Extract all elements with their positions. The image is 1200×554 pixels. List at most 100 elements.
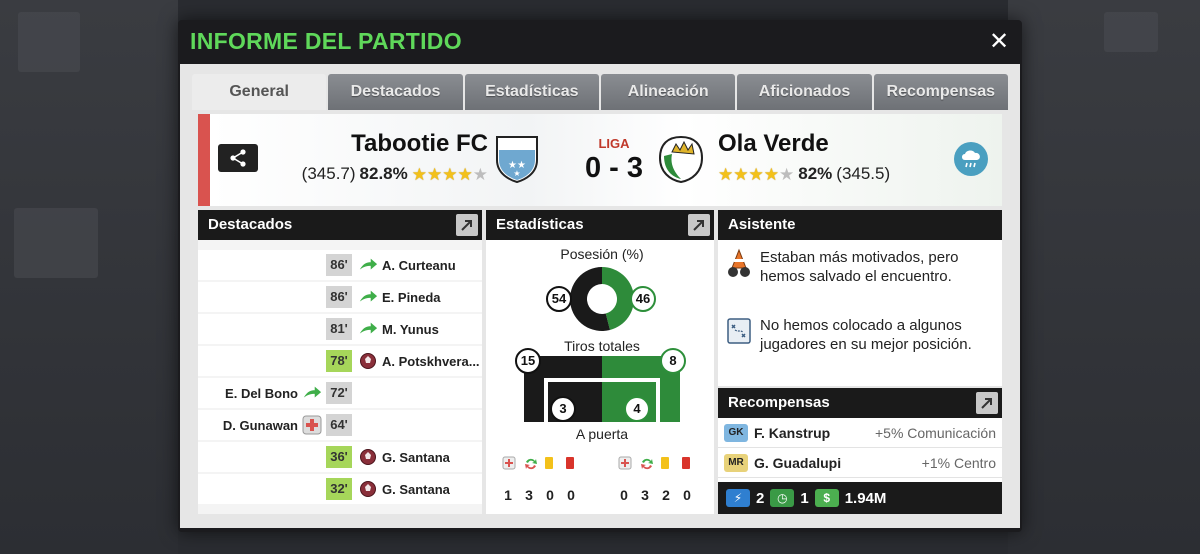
tab-aficionados[interactable]: Aficionados: [737, 74, 872, 110]
injury-icon: [502, 456, 516, 475]
highlight-minute: 86': [326, 286, 352, 308]
competition-label: LIGA: [598, 136, 630, 151]
rewards-expand-button[interactable]: [976, 392, 998, 414]
star-filled-icon: ★: [718, 164, 734, 184]
away-team-strength: (345.5): [836, 164, 891, 183]
time-amount: 1: [800, 489, 809, 507]
stats-title: Estadísticas: [496, 216, 584, 233]
possession-home-value: 54: [546, 286, 572, 312]
highlight-minute: 86': [326, 254, 352, 276]
rewards-header: Recompensas: [718, 388, 1002, 418]
rewards-list: GK F. Kanstrup +5% Comunicación MR G. Guadal…: [718, 418, 1002, 478]
expand-arrow-icon: [461, 220, 472, 231]
tab-alineacion[interactable]: Alineación: [600, 74, 736, 110]
modal-title: INFORME DEL PARTIDO: [190, 28, 462, 54]
stats-count-subs: 3: [641, 487, 649, 503]
substitution-in-icon: [302, 384, 322, 402]
expand-arrow-icon: [981, 398, 992, 409]
tab-bar: General Destacados Estadísticas Alineación A…: [192, 74, 1008, 110]
possession-away-value: 46: [630, 286, 656, 312]
share-icon: [230, 149, 246, 167]
highlights-expand-button[interactable]: [456, 214, 478, 236]
highlights-list: 86' A. Curteanu 86' E. Pineda 81' M. Yunus 78'…: [198, 240, 482, 504]
away-team-rating: ★ ★ ★ ★ ★ 82% (345.5): [718, 164, 890, 184]
goal-ball-icon: [358, 480, 378, 498]
svg-text:★: ★: [513, 169, 520, 178]
star-filled-icon: ★: [763, 164, 779, 184]
stats-count-injuries: 0: [620, 487, 628, 503]
rewards-panel: Recompensas GK F. Kanstrup +5% Comunicació…: [718, 388, 1002, 514]
away-team-crest-icon: [658, 135, 704, 184]
highlight-event: E. Pineda: [358, 282, 441, 312]
assistant-message: No hemos colocado a algunos jugadores en…: [726, 316, 996, 354]
highlights-title: Destacados: [208, 216, 293, 233]
weather-button[interactable]: [954, 142, 988, 176]
star-empty-icon: ★: [472, 164, 488, 184]
highlight-row: 64' D. Gunawan: [198, 410, 482, 440]
away-team-percent: 82%: [798, 164, 833, 183]
highlight-row: 78' A. Potskhvera...: [198, 346, 482, 376]
money-amount: 1.94M: [844, 489, 887, 507]
star-filled-icon: ★: [733, 164, 749, 184]
position-badge: MR: [724, 454, 748, 472]
away-team-stars: ★ ★ ★ ★ ★: [718, 166, 794, 183]
highlight-minute: 78': [326, 350, 352, 372]
close-button[interactable]: ✕: [986, 29, 1012, 55]
red-card-icon: [681, 456, 691, 475]
position-badge: GK: [724, 424, 748, 442]
stats-count-yellow: 0: [546, 487, 554, 503]
match-score: 0 - 3: [584, 152, 644, 184]
highlight-event: E. Del Bono: [225, 378, 322, 408]
highlight-minute: 32': [326, 478, 352, 500]
home-team-rating: (345.7) 82.8% ★ ★ ★ ★ ★: [302, 164, 488, 184]
highlight-player: A. Potskhvera...: [382, 353, 480, 369]
highlight-minute: 64': [326, 414, 352, 436]
reward-player: F. Kanstrup: [754, 425, 831, 441]
stats-count-red: 0: [567, 487, 575, 503]
substitution-in-icon: [358, 256, 378, 274]
highlight-player: E. Pineda: [382, 289, 441, 305]
on-target-away-value: 4: [624, 396, 650, 422]
star-empty-icon: ★: [779, 164, 795, 184]
highlight-player: M. Yunus: [382, 321, 439, 337]
rewards-title: Recompensas: [728, 394, 830, 411]
tab-estadisticas[interactable]: Estadísticas: [464, 74, 599, 110]
highlights-panel: Destacados 86' A. Curteanu 86' E. Pineda 81'…: [198, 210, 482, 514]
highlight-row: 32' G. Santana: [198, 474, 482, 504]
clock-icon: ◷: [770, 489, 795, 507]
tab-recompensas[interactable]: Recompensas: [873, 74, 1008, 110]
star-filled-icon: ★: [748, 164, 764, 184]
highlight-minute: 36': [326, 446, 352, 468]
highlight-player: E. Del Bono: [225, 385, 298, 401]
highlight-player: D. Gunawan: [222, 417, 298, 433]
modal-header: INFORME DEL PARTIDO ✕: [178, 20, 1022, 62]
share-button[interactable]: [218, 144, 258, 172]
assistant-panel: Asistente Estaban más motivados, pero he…: [718, 210, 1002, 386]
highlight-row: 36' G. Santana: [198, 442, 482, 472]
motivation-cone-icon: [728, 248, 750, 277]
tab-general[interactable]: General: [192, 74, 327, 110]
on-target-label: A puerta: [575, 426, 629, 442]
rewards-currency-bar: ⚡ 2 ◷ 1 $ 1.94M: [718, 482, 1002, 514]
tactics-board-icon: [727, 318, 751, 344]
reward-row: GK F. Kanstrup +5% Comunicación: [718, 418, 1002, 448]
highlight-row: 86' A. Curteanu: [198, 250, 482, 280]
star-filled-icon: ★: [411, 164, 427, 184]
money-icon: $: [814, 489, 839, 507]
on-target-home-value: 3: [550, 396, 576, 422]
home-team-strength: (345.7): [301, 164, 356, 183]
stats-expand-button[interactable]: [688, 214, 710, 236]
highlight-player: A. Curteanu: [382, 257, 456, 273]
shots-home-value: 15: [515, 348, 541, 374]
stats-count-yellow: 2: [662, 487, 670, 503]
stats-header: Estadísticas: [486, 210, 714, 240]
highlight-event: D. Gunawan: [223, 410, 322, 440]
tab-destacados[interactable]: Destacados: [328, 74, 463, 110]
reward-bonus: +1% Centro: [921, 455, 996, 471]
home-team-crest-icon: ★★ ★: [496, 136, 538, 184]
energy-icon: ⚡: [726, 489, 750, 507]
substitution-in-icon: [358, 288, 378, 306]
background-right: [1008, 0, 1200, 554]
goal-ball-icon: [358, 352, 378, 370]
highlight-row: 86' E. Pineda: [198, 282, 482, 312]
